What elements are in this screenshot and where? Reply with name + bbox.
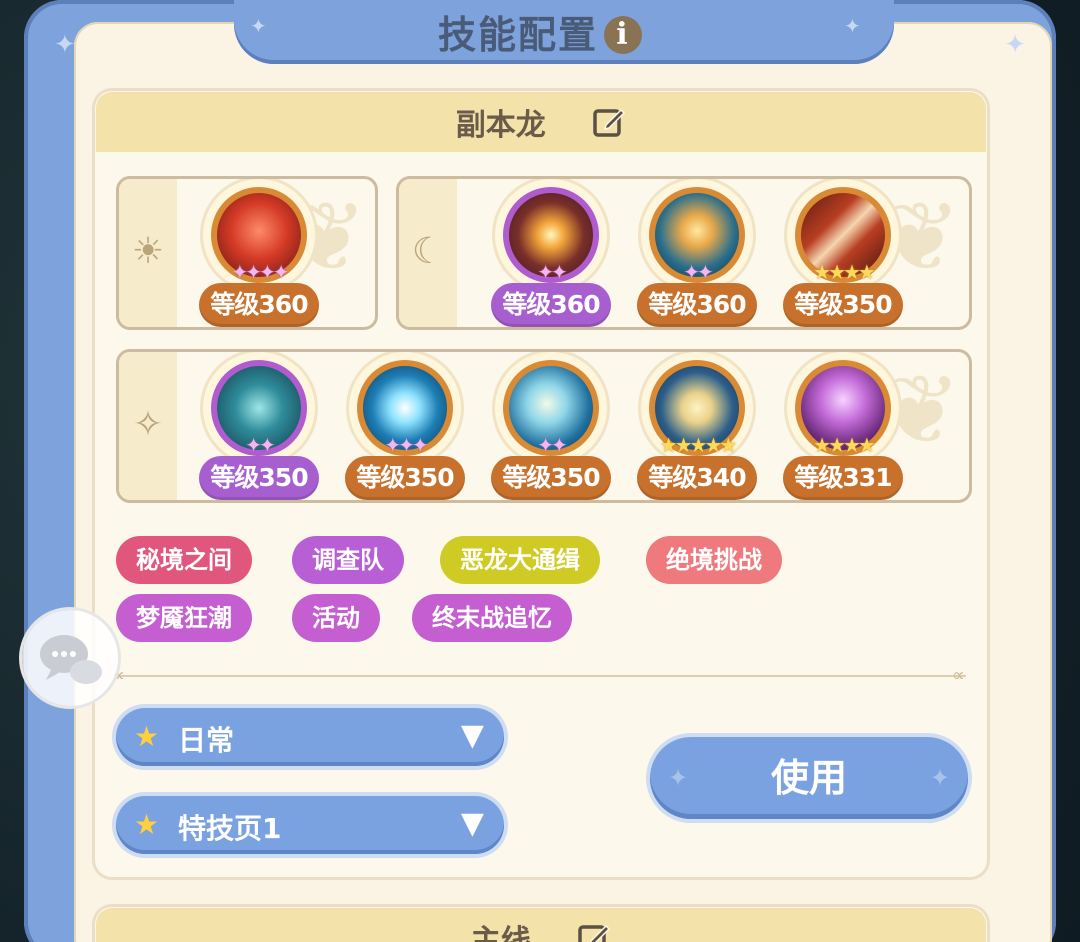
skill-level-badge: 等级331 (783, 456, 903, 500)
skill-slot[interactable]: ✦✦✦✦ 等级360 (199, 179, 319, 327)
skill-level-badge: 等级340 (637, 456, 757, 500)
skill-level-badge: 等级350 (199, 456, 319, 500)
sparkle-icon: ✦ (929, 764, 950, 792)
skill-stars: ✦✦✦ (384, 433, 428, 457)
tag-mengyan: 梦魇狂潮 (116, 594, 252, 642)
page-title-text: 技能配置 (437, 13, 598, 57)
skill-level-badge: 等级360 (199, 283, 319, 327)
use-button-label: 使用 (770, 756, 847, 800)
divider (116, 675, 966, 677)
moon-icon: ☾ (411, 231, 445, 272)
skill-slot[interactable]: ✦✦ 等级350 (199, 352, 319, 500)
edit-icon[interactable] (577, 921, 611, 942)
group-label-column: ☀ (119, 179, 177, 327)
skill-level-badge: 等级360 (637, 283, 757, 327)
page-dropdown[interactable]: ★ 特技页1 ▼ (116, 796, 504, 854)
sparkle-icon: ✧ (132, 404, 164, 445)
tag-diaochadui: 调查队 (292, 536, 404, 584)
use-button[interactable]: ✦ 使用 ✦ (650, 737, 968, 819)
panel-name: 副本龙 (455, 108, 546, 143)
panel-title: 副本龙 (96, 100, 986, 147)
skill-group-sparkle: ✧ ❦ ✦✦ 等级350 ✦✦✦ 等级350 ✦✦ 等级350 ★★★★★ 等级… (116, 349, 972, 503)
edit-icon[interactable] (592, 105, 626, 147)
skill-slot[interactable]: ★★★★★ 等级340 (637, 352, 757, 500)
sparkle-icon: ✦ (668, 764, 689, 792)
skill-stars: ✦✦ (683, 260, 714, 284)
skill-slot[interactable]: ★★★★ 等级350 (783, 179, 903, 327)
skill-level-badge: 等级360 (491, 283, 611, 327)
group-label-column: ✧ (119, 352, 177, 500)
skill-stars: ★★★★★ (659, 433, 738, 457)
page-dropdown-label: 特技页1 (178, 812, 282, 845)
info-icon[interactable]: i (604, 16, 642, 54)
panel-header: 主线 (96, 908, 986, 942)
page-title: 技能配置 i (0, 4, 1080, 59)
star-icon: ★ (134, 720, 160, 753)
chat-button[interactable] (22, 610, 118, 706)
chat-bubbles-icon (40, 635, 102, 684)
panel-title: 主线 (96, 916, 986, 942)
divider-ornament-icon: ∝ (952, 665, 965, 686)
sun-icon: ☀ (131, 231, 165, 272)
tag-elong: 恶龙大通缉 (440, 536, 600, 584)
group-label-column: ☾ (399, 179, 457, 327)
skill-slot[interactable]: ✦✦ 等级360 (491, 179, 611, 327)
skill-level-badge: 等级350 (491, 456, 611, 500)
tag-juejing: 绝境挑战 (646, 536, 782, 584)
skill-stars: ★★★★ (813, 260, 876, 284)
category-dropdown[interactable]: ★ 日常 ▼ (116, 708, 504, 766)
tag-huodong: 活动 (292, 594, 380, 642)
chevron-down-icon: ▼ (460, 806, 484, 841)
panel-name: 主线 (470, 924, 531, 942)
tag-mijing: 秘境之间 (116, 536, 252, 584)
skill-stars: ✦✦ (537, 433, 568, 457)
tag-zhongmo: 终末战追忆 (412, 594, 572, 642)
skill-level-badge: 等级350 (345, 456, 465, 500)
panel-header: 副本龙 (96, 92, 986, 152)
skill-slot[interactable]: ✦✦ 等级350 (491, 352, 611, 500)
skill-stars: ★★★★ (813, 433, 876, 457)
config-panel-next: 主线 (92, 904, 990, 942)
skill-group-moon: ☾ ❦ ✦✦ 等级360 ✦✦ 等级360 ★★★★ 等级350 (396, 176, 972, 330)
skill-stars: ✦✦ (537, 260, 568, 284)
chevron-down-icon: ▼ (460, 718, 484, 753)
skill-group-sun: ☀ ❦ ✦✦✦✦ 等级360 (116, 176, 378, 330)
skill-slot[interactable]: ★★★★ 等级331 (783, 352, 903, 500)
star-icon: ★ (134, 808, 160, 841)
skill-slot[interactable]: ✦✦ 等级360 (637, 179, 757, 327)
skill-slot[interactable]: ✦✦✦ 等级350 (345, 352, 465, 500)
skill-level-badge: 等级350 (783, 283, 903, 327)
skill-stars: ✦✦✦✦ (231, 260, 289, 284)
skill-stars: ✦✦ (245, 433, 276, 457)
category-dropdown-label: 日常 (178, 724, 235, 757)
